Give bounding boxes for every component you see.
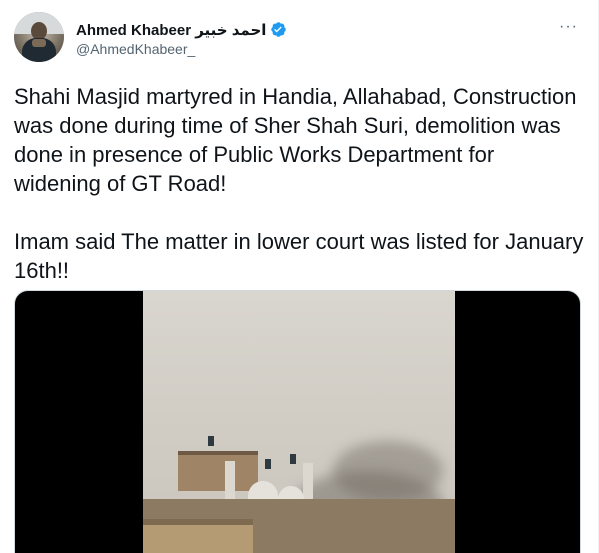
flag-2 <box>265 459 271 469</box>
minaret-left <box>225 461 235 501</box>
video-frame <box>143 291 455 553</box>
display-name[interactable]: Ahmed Khabeer احمد خبیر <box>76 21 266 39</box>
handle[interactable]: @AhmedKhabeer_ <box>76 41 287 57</box>
tweet: Ahmed Khabeer احمد خبیر @AhmedKhabeer_ ·… <box>0 0 599 553</box>
tweet-text: Shahi Masjid martyred in Handia, Allahab… <box>14 82 584 285</box>
truck <box>143 519 253 553</box>
tweet-video[interactable] <box>14 290 581 553</box>
author-names: Ahmed Khabeer احمد خبیر @AhmedKhabeer_ <box>76 20 287 57</box>
building-parapet <box>178 451 258 491</box>
tweet-paragraph-1: Shahi Masjid martyred in Handia, Allahab… <box>14 84 577 196</box>
avatar[interactable] <box>14 12 64 62</box>
avatar-scarf <box>32 39 46 47</box>
name-row: Ahmed Khabeer احمد خبیر <box>76 20 287 39</box>
tweet-header: Ahmed Khabeer احمد خبیر @AhmedKhabeer_ ·… <box>14 12 584 64</box>
flag-1 <box>208 436 214 446</box>
minaret-right <box>303 463 313 503</box>
verified-badge-icon <box>271 22 287 37</box>
dust-cloud-2 <box>333 441 443 501</box>
flag-3 <box>290 454 296 464</box>
tweet-paragraph-2: Imam said The matter in lower court was … <box>14 229 584 283</box>
more-icon[interactable]: ··· <box>559 19 578 35</box>
